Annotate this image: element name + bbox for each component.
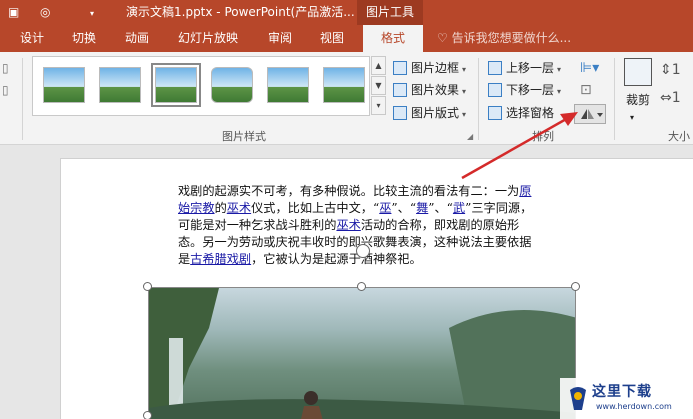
- powerpoint-window: ▣ ◎ ▾ 演示文稿1.pptx - PowerPoint(产品激活... 图片…: [0, 0, 693, 419]
- watermark: 这里下载 www.herdown.com: [560, 378, 693, 419]
- watermark-text: 这里下载: [592, 384, 652, 400]
- watermark-logo-icon: [570, 387, 586, 410]
- annotation-arrow: [461, 112, 578, 180]
- watermark-url: www.herdown.com: [596, 402, 672, 411]
